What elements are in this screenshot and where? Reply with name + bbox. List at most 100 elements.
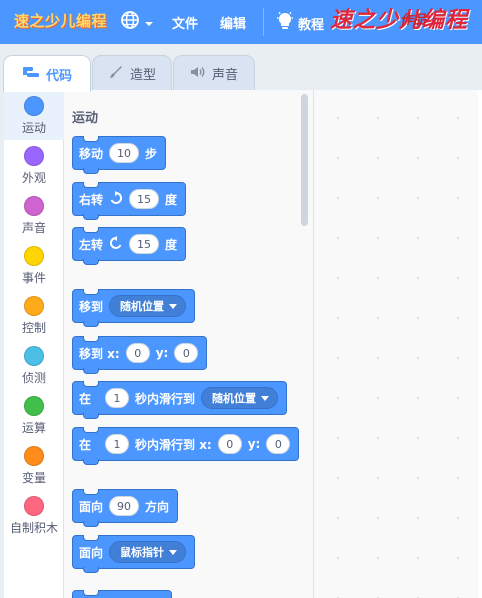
seconds-input[interactable]: 1 bbox=[105, 434, 130, 454]
brush-icon bbox=[108, 64, 124, 84]
language-menu[interactable] bbox=[120, 11, 156, 33]
tab-costumes[interactable]: 造型 bbox=[92, 55, 172, 91]
x-input[interactable]: 0 bbox=[125, 343, 150, 363]
workspace-edge bbox=[478, 90, 482, 598]
block-text: 在 bbox=[79, 437, 92, 452]
category-label: 外观 bbox=[21, 171, 46, 185]
block-palette: 运动 移动 10 步 右转 15 度 左转 15 度 移到 随机位置 移到 x:… bbox=[64, 90, 314, 598]
category-operators[interactable]: 运算 bbox=[4, 390, 64, 440]
lightbulb-icon bbox=[276, 11, 294, 35]
category-control[interactable]: 控制 bbox=[4, 290, 64, 340]
file-menu[interactable]: 文件 bbox=[172, 13, 198, 32]
block-point-towards[interactable]: 面向 鼠标指针 bbox=[72, 535, 196, 573]
block-text: 秒内滑行到 x: bbox=[135, 437, 212, 452]
rotate-clockwise-icon bbox=[109, 190, 123, 208]
app-logo[interactable]: 速之少儿编程 bbox=[14, 10, 107, 31]
block-text: 移到 x: bbox=[79, 346, 120, 361]
block-glide-to-xy[interactable]: 在 1 秒内滑行到 x: 0 y: 0 bbox=[72, 427, 300, 465]
category-dot-motion bbox=[24, 96, 44, 116]
block-text: 步 bbox=[145, 146, 158, 161]
block-go-to[interactable]: 移到 随机位置 bbox=[72, 289, 196, 327]
category-sensing[interactable]: 侦测 bbox=[4, 340, 64, 390]
category-dot-looks bbox=[24, 146, 44, 166]
block-text: 秒内滑行到 bbox=[135, 391, 196, 406]
block-text: 左转 bbox=[79, 237, 104, 252]
block-text: 面向 bbox=[79, 545, 104, 560]
category-sound[interactable]: 声音 bbox=[4, 190, 64, 240]
rotate-counterclockwise-icon bbox=[109, 235, 123, 253]
block-text: y: bbox=[247, 437, 261, 451]
category-motion[interactable]: 运动 bbox=[4, 90, 64, 140]
palette-scrollbar[interactable] bbox=[301, 94, 308, 226]
tab-code-label: 代码 bbox=[45, 68, 72, 84]
y-input[interactable]: 0 bbox=[266, 434, 291, 454]
editor-tabs: 代码 造型 声音 bbox=[0, 44, 482, 92]
block-text: 度 bbox=[165, 237, 178, 252]
edit-menu[interactable]: 编辑 bbox=[220, 13, 246, 32]
x-input[interactable]: 0 bbox=[217, 434, 242, 454]
tab-sounds-label: 声音 bbox=[211, 68, 238, 83]
block-text: 移到 bbox=[79, 299, 104, 314]
globe-icon bbox=[120, 10, 140, 34]
block-glide-to[interactable]: 在 1 秒内滑行到 随机位置 bbox=[72, 381, 288, 419]
brand-watermark: 速之少儿编程 bbox=[330, 8, 469, 33]
code-icon bbox=[22, 65, 40, 83]
degrees-input[interactable]: 15 bbox=[129, 234, 160, 254]
tab-sounds[interactable]: 声音 bbox=[173, 55, 255, 91]
dropdown-caret-icon bbox=[169, 549, 178, 555]
dropdown-caret-icon bbox=[169, 303, 178, 309]
block-text: 在 bbox=[79, 391, 92, 406]
seconds-input[interactable]: 1 bbox=[105, 388, 130, 408]
category-label: 运动 bbox=[21, 121, 46, 135]
script-workspace[interactable] bbox=[314, 90, 482, 598]
block-move-steps[interactable]: 移动 10 步 bbox=[72, 136, 167, 174]
block-partial[interactable] bbox=[72, 590, 172, 598]
target-dropdown[interactable]: 随机位置 bbox=[201, 387, 279, 409]
category-label: 自制积木 bbox=[9, 521, 58, 535]
speaker-icon bbox=[190, 65, 206, 83]
category-dot-operators bbox=[24, 396, 44, 416]
block-go-to-xy[interactable]: 移到 x: 0 y: 0 bbox=[72, 336, 208, 374]
dropdown-value: 随机位置 bbox=[212, 392, 257, 405]
block-turn-left[interactable]: 左转 15 度 bbox=[72, 227, 187, 265]
category-label: 控制 bbox=[21, 321, 46, 335]
category-dot-control bbox=[24, 296, 44, 316]
tutorials-label: 教程 bbox=[298, 17, 325, 33]
direction-input[interactable]: 90 bbox=[109, 496, 140, 516]
palette-section-title: 运动 bbox=[72, 111, 99, 126]
block-text: y: bbox=[155, 346, 169, 360]
tab-code[interactable]: 代码 bbox=[3, 55, 91, 92]
brand-watermark-sub: 作品 bbox=[400, 13, 427, 28]
block-turn-right[interactable]: 右转 15 度 bbox=[72, 182, 187, 220]
category-label: 运算 bbox=[21, 421, 46, 435]
steps-input[interactable]: 10 bbox=[109, 143, 140, 163]
category-label: 声音 bbox=[21, 221, 46, 235]
category-label: 事件 bbox=[21, 271, 46, 285]
block-point-in-direction[interactable]: 面向 90 方向 bbox=[72, 489, 179, 527]
tab-costumes-label: 造型 bbox=[129, 68, 156, 83]
block-text: 右转 bbox=[79, 192, 104, 207]
category-events[interactable]: 事件 bbox=[4, 240, 64, 290]
category-my-blocks[interactable]: 自制积木 bbox=[4, 490, 64, 540]
category-label: 变量 bbox=[21, 471, 46, 485]
target-dropdown[interactable]: 随机位置 bbox=[109, 295, 187, 317]
block-text: 度 bbox=[165, 192, 178, 207]
chevron-down-icon bbox=[144, 13, 154, 32]
category-looks[interactable]: 外观 bbox=[4, 140, 64, 190]
category-dot-sensing bbox=[24, 346, 44, 366]
degrees-input[interactable]: 15 bbox=[129, 189, 160, 209]
block-text: 方向 bbox=[145, 499, 170, 514]
y-input[interactable]: 0 bbox=[174, 343, 199, 363]
menu-divider bbox=[263, 8, 264, 36]
dropdown-caret-icon bbox=[261, 395, 270, 401]
dropdown-value: 鼠标指针 bbox=[120, 546, 165, 559]
category-dot-sound bbox=[24, 196, 44, 216]
category-dot-my-blocks bbox=[24, 496, 44, 516]
target-dropdown[interactable]: 鼠标指针 bbox=[109, 541, 187, 563]
tutorials-button[interactable]: 教程 bbox=[276, 11, 324, 35]
menu-bar: 速之少儿编程 文件 编辑 教程 速之少儿编程 作品 bbox=[0, 0, 482, 44]
category-dot-variables bbox=[24, 446, 44, 466]
block-text: 面向 bbox=[79, 499, 104, 514]
dropdown-value: 随机位置 bbox=[120, 300, 165, 313]
category-variables[interactable]: 变量 bbox=[4, 440, 64, 490]
